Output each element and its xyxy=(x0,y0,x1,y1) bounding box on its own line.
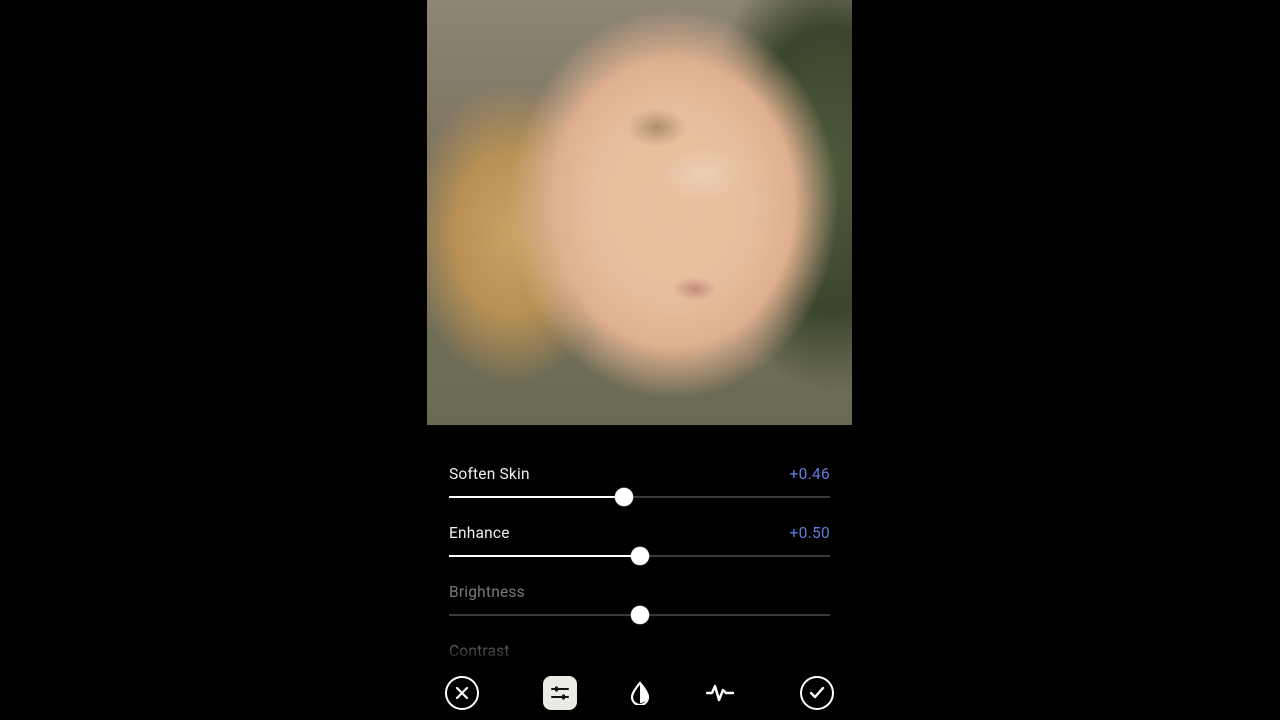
cancel-button[interactable] xyxy=(445,676,479,710)
slider-track-fill xyxy=(449,555,640,557)
close-icon xyxy=(445,676,479,710)
drop-icon xyxy=(629,681,651,705)
tab-effects[interactable] xyxy=(703,676,737,710)
slider-label: Soften Skin xyxy=(449,465,530,483)
check-icon xyxy=(800,676,834,710)
slider-contrast[interactable]: Contrast xyxy=(449,642,830,665)
slider-enhance[interactable]: Enhance +0.50 xyxy=(449,524,830,583)
photo-preview[interactable] xyxy=(427,0,852,425)
slider-track-fill xyxy=(449,496,624,498)
slider-value: +0.46 xyxy=(789,465,830,483)
slider-label: Brightness xyxy=(449,583,525,601)
phone-frame: Soften Skin +0.46 Enhance +0.50 Brightne… xyxy=(427,0,852,720)
adjustment-panel: Soften Skin +0.46 Enhance +0.50 Brightne… xyxy=(427,425,852,720)
sliders-icon xyxy=(543,676,577,710)
tab-color[interactable] xyxy=(623,676,657,710)
slider-soften-skin[interactable]: Soften Skin +0.46 xyxy=(449,465,830,524)
slider-thumb[interactable] xyxy=(631,547,649,565)
slider-label: Contrast xyxy=(449,642,510,660)
app-stage: Soften Skin +0.46 Enhance +0.50 Brightne… xyxy=(0,0,1280,720)
slider-label: Enhance xyxy=(449,524,510,542)
confirm-button[interactable] xyxy=(800,676,834,710)
waveform-icon xyxy=(706,683,734,703)
slider-thumb[interactable] xyxy=(631,606,649,624)
sliders-scroll-area[interactable]: Soften Skin +0.46 Enhance +0.50 Brightne… xyxy=(427,465,852,665)
slider-thumb[interactable] xyxy=(615,488,633,506)
slider-brightness[interactable]: Brightness xyxy=(449,583,830,642)
tab-adjust[interactable] xyxy=(543,676,577,710)
bottom-toolbar xyxy=(427,665,852,720)
slider-value: +0.50 xyxy=(789,524,830,542)
toolbar-tabs xyxy=(543,676,737,710)
